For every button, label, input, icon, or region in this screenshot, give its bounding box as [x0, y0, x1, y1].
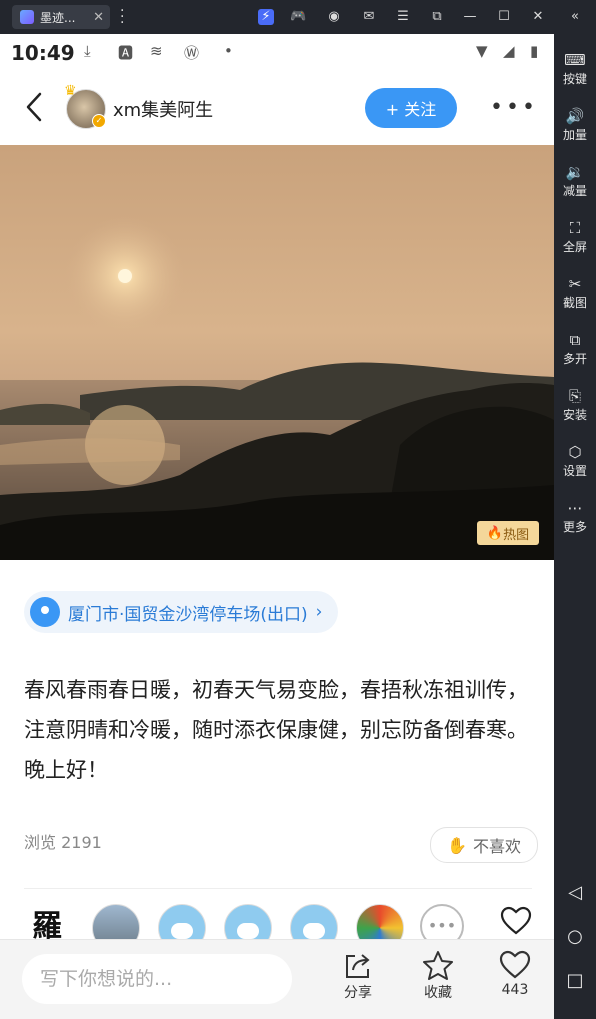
wifi-icon: ▼: [476, 42, 488, 60]
mail-icon[interactable]: ✉: [361, 9, 377, 25]
view-count: 浏览 2191: [24, 833, 102, 852]
wind-icon: ≋: [150, 42, 163, 60]
sidebar-item-volume-up[interactable]: 🔊 加量: [554, 106, 596, 143]
flame-icon: 🔥: [486, 525, 504, 541]
android-recents-icon[interactable]: □: [554, 970, 596, 991]
emulator-title-bar: 墨迹... ✕ · · · ⚡ 🎮 ◉ ✉ ☰ ⧉ — ☐ ✕ «: [0, 0, 596, 34]
apk-install-icon: ⎘: [568, 387, 581, 405]
comment-input[interactable]: 写下你想说的...: [22, 954, 292, 1004]
sidebar-item-settings[interactable]: ⬡ 设置: [554, 442, 596, 479]
divider: [24, 888, 532, 889]
sidebar-item-fullscreen[interactable]: ⛶ 全屏: [554, 218, 596, 255]
window-restore-icon[interactable]: ⧉: [429, 9, 445, 25]
location-pin-icon: [30, 597, 60, 627]
liker-avatars: 羅 •••: [24, 904, 544, 952]
android-back-icon[interactable]: ◁: [554, 882, 596, 903]
verified-badge-icon: ✓: [92, 114, 106, 128]
settings-icon: ⬡: [568, 443, 582, 461]
w-circle-icon: Ⓦ: [184, 44, 200, 62]
dislike-label: 不喜欢: [472, 837, 521, 856]
close-icon[interactable]: ✕: [530, 9, 546, 25]
minimize-icon[interactable]: —: [462, 9, 478, 25]
heart-icon[interactable]: [500, 906, 532, 936]
sidebar-item-multi-open[interactable]: ⧉ 多开: [554, 330, 596, 367]
hot-image-badge: 🔥 热图: [477, 521, 539, 545]
bottom-action-bar: 写下你想说的... 分享 收藏 443: [0, 939, 554, 1019]
battery-icon: ▮: [530, 42, 539, 60]
dot-icon: •: [224, 42, 233, 60]
sidebar-item-more[interactable]: ⋯ 更多: [554, 498, 596, 535]
crown-icon: ♛: [64, 83, 77, 99]
more-options-icon[interactable]: •••: [490, 97, 538, 119]
favorite-label: 收藏: [424, 985, 452, 1001]
bolt-icon[interactable]: ⚡: [258, 9, 274, 25]
post-content: 春风春雨春日暖，初春天气易变脸，春捂秋冻祖训传，注意阴晴和冷暖，随时添衣保康健，…: [24, 678, 528, 782]
android-home-icon[interactable]: ○: [554, 926, 596, 947]
phone-screen: 10:49 ⤓ 🅰 ≋ Ⓦ • ▼ ◢ ▮ ♛ ✓ xm集美阿生 + 关注 ••…: [0, 34, 554, 1019]
location-tag[interactable]: 厦门市·国贸金沙湾停车场(出口) ›: [24, 591, 339, 633]
post-photo[interactable]: [0, 145, 554, 560]
star-icon: [423, 951, 453, 980]
download-icon: ⤓: [84, 42, 91, 60]
sidebar-item-install[interactable]: ⎘ 安装: [554, 386, 596, 423]
fullscreen-icon: ⛶: [569, 219, 581, 237]
like-button[interactable]: 443: [485, 950, 545, 998]
sidebar-item-keys[interactable]: ⌨ 按键: [554, 50, 596, 87]
more-icon: ⋯: [567, 499, 583, 517]
keyboard-icon: ⌨: [564, 51, 586, 69]
sidebar-item-screenshot[interactable]: ✂ 截图: [554, 274, 596, 311]
author-name[interactable]: xm集美阿生: [113, 96, 213, 122]
signal-icon: ◢: [503, 42, 515, 60]
dislike-button[interactable]: ✋ 不喜欢: [430, 827, 538, 863]
tab-close-icon[interactable]: ✕: [93, 10, 104, 25]
scissors-icon: ✂: [568, 275, 582, 293]
like-count: 443: [501, 982, 529, 998]
favorite-button[interactable]: 收藏: [408, 950, 468, 1002]
follow-button[interactable]: + 关注: [365, 88, 457, 128]
gamepad-icon[interactable]: 🎮: [290, 9, 306, 25]
collapse-sidebar-icon[interactable]: «: [567, 9, 583, 25]
location-label: 厦门市·国贸金沙湾停车场(出口): [68, 604, 308, 625]
volume-up-icon: 🔊: [565, 107, 585, 125]
app-icon: [20, 10, 34, 24]
status-bar: 10:49 ⤓ 🅰 ≋ Ⓦ • ▼ ◢ ▮: [0, 34, 554, 72]
user-icon[interactable]: ◉: [326, 9, 342, 25]
share-label: 分享: [344, 985, 372, 1001]
heart-icon: [499, 950, 531, 979]
back-arrow-icon[interactable]: [22, 92, 48, 122]
font-icon: 🅰: [118, 44, 134, 62]
emulator-menu-icon[interactable]: · · ·: [120, 4, 124, 30]
dislike-icon: ✋: [447, 835, 467, 855]
hamburger-icon[interactable]: ☰: [395, 9, 411, 25]
emulator-tab[interactable]: 墨迹... ✕: [12, 5, 110, 29]
sidebar-item-volume-down[interactable]: 🔉 减量: [554, 162, 596, 199]
maximize-icon[interactable]: ☐: [496, 9, 512, 25]
status-time: 10:49: [11, 41, 75, 65]
tab-title: 墨迹...: [40, 10, 76, 25]
hot-badge-label: 热图: [503, 527, 530, 543]
chevron-right-icon: ›: [315, 602, 323, 622]
share-button[interactable]: 分享: [328, 950, 388, 1002]
volume-down-icon: 🔉: [565, 163, 585, 181]
emulator-sidebar: ⌨ 按键 🔊 加量 🔉 减量 ⛶ 全屏 ✂ 截图 ⧉ 多开 ⎘ 安装 ⬡ 设置 ⋯ 更多 ◁ ○ …: [554, 34, 596, 1019]
multi-open-icon: ⧉: [569, 331, 581, 349]
share-icon: [346, 954, 370, 978]
